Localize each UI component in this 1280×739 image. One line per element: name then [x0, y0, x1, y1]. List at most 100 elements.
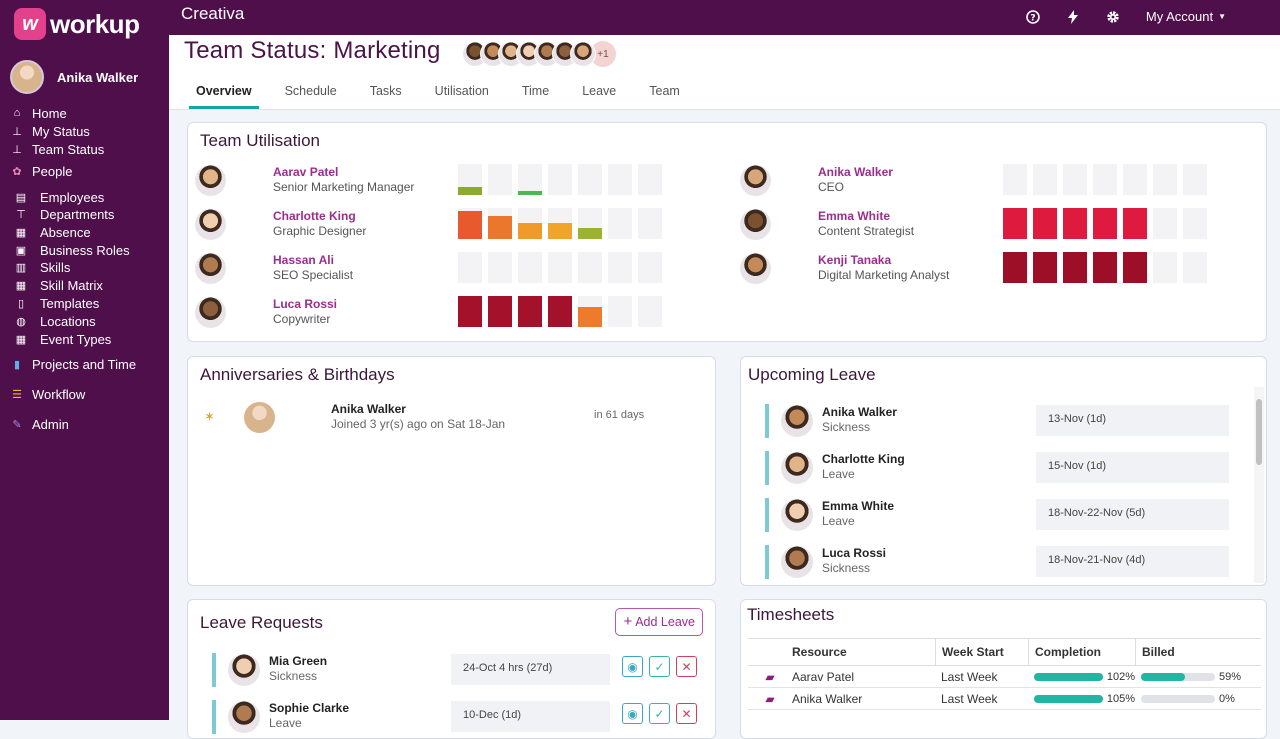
utilisation-day-bar[interactable]	[578, 296, 602, 327]
tab-overview[interactable]: Overview	[189, 83, 259, 109]
utilisation-day-bar[interactable]	[488, 208, 512, 239]
utilisation-day-bar[interactable]	[1033, 208, 1057, 239]
person-name[interactable]: Charlotte King	[273, 209, 356, 223]
list-item[interactable]: Emma White Leave 18-Nov-22-Nov (5d)	[765, 496, 1230, 534]
utilisation-day-bar[interactable]	[578, 208, 602, 239]
utilisation-day-bar[interactable]	[458, 296, 482, 327]
utilisation-day-bar[interactable]	[518, 208, 542, 239]
approve-button[interactable]: ✓	[649, 656, 670, 677]
utilisation-day-bar[interactable]	[1003, 252, 1027, 283]
view-button[interactable]: ◉	[622, 703, 643, 724]
sidebar-item-home[interactable]: ⌂ Home	[10, 104, 67, 122]
utilisation-day-bar[interactable]	[578, 252, 602, 283]
person-name[interactable]: Emma White	[818, 209, 890, 223]
utilisation-day-bar[interactable]	[638, 296, 662, 327]
utilisation-day-bar[interactable]	[548, 252, 572, 283]
utilisation-day-bar[interactable]	[1063, 208, 1087, 239]
table-header-cell[interactable]: Billed	[1135, 639, 1247, 665]
list-item[interactable]: Anika Walker Sickness 13-Nov (1d)	[765, 402, 1230, 440]
table-header-cell[interactable]: Resource	[786, 639, 935, 665]
team-avatars[interactable]: +1	[462, 41, 616, 67]
utilisation-row[interactable]: Anika Walker CEO	[740, 164, 1260, 198]
add-leave-button[interactable]: + Add Leave	[615, 608, 703, 636]
utilisation-day-bar[interactable]	[1123, 164, 1147, 195]
utilisation-day-bar[interactable]	[578, 164, 602, 195]
person-name[interactable]: Anika Walker	[818, 165, 893, 179]
tab-leave[interactable]: Leave	[575, 83, 623, 109]
tab-time[interactable]: Time	[515, 83, 556, 109]
list-item[interactable]: Sophie Clarke Leave 10-Dec (1d) ◉ ✓ ✕	[212, 698, 702, 736]
utilisation-row[interactable]: Kenji Tanaka Digital Marketing Analyst	[740, 252, 1260, 286]
table-row[interactable]: ▰ Aarav Patel Last Week 102% 59%	[748, 666, 1261, 688]
utilisation-day-bar[interactable]	[1003, 208, 1027, 239]
utilisation-day-bar[interactable]	[608, 164, 632, 195]
utilisation-day-bar[interactable]	[458, 252, 482, 283]
utilisation-day-bar[interactable]	[488, 252, 512, 283]
utilisation-row[interactable]: Aarav Patel Senior Marketing Manager	[195, 164, 715, 198]
utilisation-day-bar[interactable]	[608, 252, 632, 283]
utilisation-row[interactable]: Charlotte King Graphic Designer	[195, 208, 715, 242]
utilisation-day-bar[interactable]	[1003, 164, 1027, 195]
tab-team[interactable]: Team	[642, 83, 687, 109]
utilisation-day-bar[interactable]	[1033, 252, 1057, 283]
utilisation-day-bar[interactable]	[518, 296, 542, 327]
utilisation-day-bar[interactable]	[1063, 252, 1087, 283]
sidebar-item-locations[interactable]: ◍ Locations	[12, 312, 95, 330]
person-name[interactable]: Aarav Patel	[273, 165, 338, 179]
utilisation-day-bar[interactable]	[548, 208, 572, 239]
sidebar-item-team-status[interactable]: ⊥ Team Status	[10, 140, 104, 158]
sidebar-item-templates[interactable]: ▯ Templates	[12, 294, 99, 312]
sidebar-item-projects-and-time[interactable]: ▮ Projects and Time	[10, 355, 136, 373]
reject-button[interactable]: ✕	[676, 703, 697, 724]
utilisation-day-bar[interactable]	[458, 208, 482, 239]
gear-icon[interactable]	[1106, 10, 1120, 24]
utilisation-day-bar[interactable]	[1093, 164, 1117, 195]
table-header-cell[interactable]: Week Start	[935, 639, 1028, 665]
lightning-icon[interactable]	[1066, 9, 1080, 24]
utilisation-day-bar[interactable]	[458, 164, 482, 195]
table-row[interactable]: ▰ Anika Walker Last Week 105% 0%	[748, 688, 1261, 710]
utilisation-row[interactable]: Hassan Ali SEO Specialist	[195, 252, 715, 286]
sidebar-item-absence[interactable]: ▦ Absence	[12, 223, 91, 241]
view-button[interactable]: ◉	[622, 656, 643, 677]
logo[interactable]: w workup	[14, 8, 140, 40]
sidebar-item-business-roles[interactable]: ▣ Business Roles	[12, 241, 130, 259]
list-item[interactable]: Mia Green Sickness 24-Oct 4 hrs (27d) ◉ ✓ ✕	[212, 651, 702, 689]
scrollbar-thumb[interactable]	[1256, 399, 1262, 465]
help-icon[interactable]: ?	[1026, 9, 1040, 24]
my-account-menu[interactable]: My Account ▼	[1146, 9, 1226, 24]
utilisation-day-bar[interactable]	[518, 252, 542, 283]
sidebar-item-departments[interactable]: ⊤ Departments	[12, 205, 114, 223]
sidebar-item-people[interactable]: ✿ People	[10, 162, 72, 180]
utilisation-day-bar[interactable]	[518, 164, 542, 195]
utilisation-day-bar[interactable]	[488, 296, 512, 327]
utilisation-day-bar[interactable]	[548, 296, 572, 327]
utilisation-day-bar[interactable]	[1093, 208, 1117, 239]
sidebar-item-event-types[interactable]: ▦ Event Types	[12, 330, 112, 348]
utilisation-day-bar[interactable]	[608, 208, 632, 239]
utilisation-day-bar[interactable]	[608, 296, 632, 327]
sidebar-item-skills[interactable]: ▥ Skills	[12, 258, 71, 276]
tab-tasks[interactable]: Tasks	[363, 83, 409, 109]
utilisation-day-bar[interactable]	[1183, 208, 1207, 239]
utilisation-day-bar[interactable]	[1183, 252, 1207, 283]
tab-utilisation[interactable]: Utilisation	[428, 83, 496, 109]
utilisation-day-bar[interactable]	[1033, 164, 1057, 195]
utilisation-row[interactable]: Emma White Content Strategist	[740, 208, 1260, 242]
utilisation-day-bar[interactable]	[488, 164, 512, 195]
sidebar-item-employees[interactable]: ▤ Employees	[12, 188, 105, 206]
utilisation-row[interactable]: Luca Rossi Copywriter	[195, 296, 715, 330]
utilisation-day-bar[interactable]	[638, 252, 662, 283]
utilisation-day-bar[interactable]	[1183, 164, 1207, 195]
utilisation-day-bar[interactable]	[1093, 252, 1117, 283]
list-item[interactable]: ✶ Anika Walker Joined 3 yr(s) ago on Sat…	[200, 402, 680, 433]
avatar[interactable]	[570, 41, 596, 67]
table-header-cell[interactable]: Completion	[1028, 639, 1135, 665]
utilisation-day-bar[interactable]	[1123, 252, 1147, 283]
sidebar-item-workflow[interactable]: ☰ Workflow	[10, 385, 85, 403]
reject-button[interactable]: ✕	[676, 656, 697, 677]
tab-schedule[interactable]: Schedule	[278, 83, 344, 109]
sidebar-item-admin[interactable]: ✎ Admin	[10, 415, 68, 433]
utilisation-day-bar[interactable]	[548, 164, 572, 195]
utilisation-day-bar[interactable]	[1153, 252, 1177, 283]
